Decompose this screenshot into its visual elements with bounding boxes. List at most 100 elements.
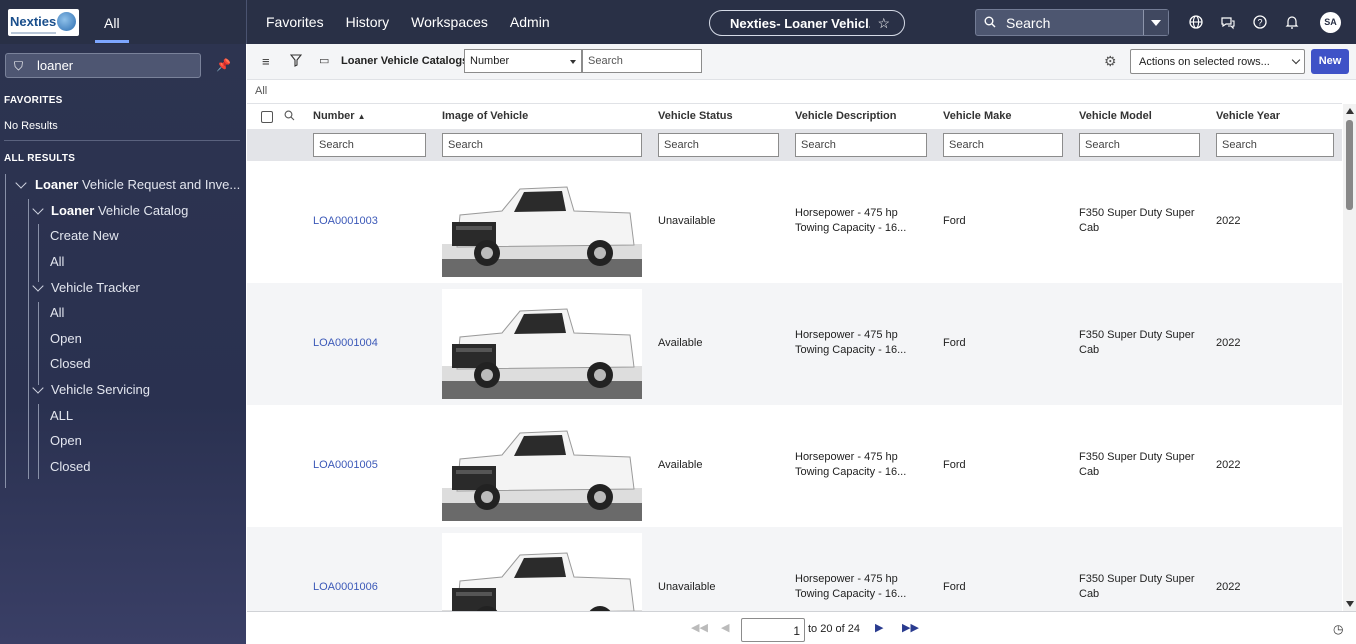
table-row[interactable]: LOA0001006 Unavailable Horsepower - 475 … (247, 527, 1342, 611)
select-all-checkbox[interactable] (261, 111, 273, 123)
caret-down-icon (570, 60, 576, 64)
pickup-truck-illustration (442, 186, 642, 277)
bell-icon[interactable] (1283, 13, 1301, 31)
help-icon[interactable]: ? (1251, 13, 1269, 31)
active-tab-indicator (95, 40, 129, 43)
company-logo[interactable]: Nexties (8, 9, 79, 36)
vehicle-status: Unavailable (658, 215, 716, 227)
vehicle-description-line2: Towing Capacity - 16... (795, 466, 907, 478)
nav-servicing-closed[interactable]: Closed (50, 459, 90, 474)
vehicle-description-line1: Horsepower - 475 hp (795, 207, 898, 219)
column-header-description[interactable]: Vehicle Description (795, 110, 896, 122)
scroll-up-icon[interactable] (1346, 108, 1354, 114)
nav-vehicle-servicing[interactable]: Vehicle Servicing (51, 382, 150, 397)
nav-workspaces[interactable]: Workspaces (411, 14, 488, 30)
list-search-input[interactable]: Search (582, 49, 702, 73)
pin-icon[interactable]: 📌 (216, 58, 231, 72)
record-number-link[interactable]: LOA0001005 (313, 458, 378, 473)
scroll-down-icon[interactable] (1346, 601, 1354, 607)
global-search[interactable]: Search (975, 9, 1169, 36)
page-number-input[interactable]: 1 (741, 618, 805, 642)
number-search-input[interactable]: Search (313, 133, 426, 157)
nav-loaner-vehicle-request[interactable]: Loaner Vehicle Request and Inve... (35, 177, 240, 192)
image-search-input[interactable]: Search (442, 133, 642, 157)
record-number-link[interactable]: LOA0001004 (313, 336, 378, 351)
vehicle-image[interactable] (442, 411, 642, 521)
next-page-icon[interactable]: ▶ (875, 621, 883, 634)
list-context-menu-icon[interactable]: ▭ (319, 54, 329, 67)
gear-icon[interactable]: ⚙ (1104, 53, 1117, 70)
status-search-input[interactable]: Search (658, 133, 779, 157)
vehicle-image[interactable] (442, 289, 642, 399)
response-time-icon[interactable]: ◷ (1333, 622, 1343, 636)
search-icon[interactable] (284, 110, 295, 121)
chevron-down-icon[interactable] (32, 280, 44, 292)
nav-loaner-vehicle-catalog[interactable]: Loaner Vehicle Catalog (51, 203, 188, 218)
first-page-icon[interactable]: ◀◀ (691, 621, 708, 634)
nav-catalog-create-new[interactable]: Create New (50, 228, 119, 243)
column-header-image[interactable]: Image of Vehicle (442, 110, 528, 122)
top-nav-menu: Favorites History Workspaces Admin (266, 14, 572, 30)
page-number-value: 1 (793, 624, 800, 638)
chat-icon[interactable] (1219, 13, 1237, 31)
vehicle-model-line2: Cab (1079, 466, 1100, 478)
breadcrumb[interactable]: All (255, 85, 267, 97)
nav-admin[interactable]: Admin (510, 14, 550, 30)
column-header-make[interactable]: Vehicle Make (943, 110, 1012, 122)
last-page-icon[interactable]: ▶▶ (902, 621, 919, 634)
record-number-link[interactable]: LOA0001006 (313, 580, 378, 595)
vehicle-description-line2: Towing Capacity - 16... (795, 344, 907, 356)
hamburger-menu-icon[interactable]: ≡ (262, 54, 270, 69)
chevron-down-icon[interactable] (32, 203, 44, 215)
table-row[interactable]: LOA0001004 Available Horsepower - 475 hp… (247, 283, 1342, 405)
nav-tracker-open[interactable]: Open (50, 331, 82, 346)
table-row[interactable]: LOA0001005 Available Horsepower - 475 hp… (247, 405, 1342, 527)
new-button[interactable]: New (1311, 49, 1349, 74)
navigator-filter-input[interactable]: ⛉ loaner (5, 53, 201, 78)
vehicle-image[interactable] (442, 533, 642, 611)
vehicle-model-line1: F350 Super Duty Super (1079, 329, 1195, 341)
column-header-model[interactable]: Vehicle Model (1079, 110, 1152, 122)
vehicle-description-line2: Towing Capacity - 16... (795, 588, 907, 600)
nav-tracker-closed[interactable]: Closed (50, 356, 90, 371)
nav-tracker-all[interactable]: All (50, 305, 64, 320)
context-title-pill[interactable]: Nexties- Loaner Vehicl... ☆ (709, 10, 905, 36)
all-menu-tab[interactable]: All (104, 15, 120, 31)
vehicle-model-line2: Cab (1079, 222, 1100, 234)
table-scrollbar[interactable] (1343, 104, 1356, 611)
nav-catalog-all[interactable]: All (50, 254, 64, 269)
scrollbar-thumb[interactable] (1346, 120, 1353, 210)
pickup-truck-illustration (442, 430, 642, 521)
star-icon[interactable]: ☆ (877, 15, 890, 32)
nav-servicing-open[interactable]: Open (50, 433, 82, 448)
table-row[interactable]: LOA0001003 Unavailable Horsepower - 475 … (247, 161, 1342, 283)
globe-icon[interactable] (1187, 13, 1205, 31)
model-search-input[interactable]: Search (1079, 133, 1200, 157)
vehicle-image[interactable] (442, 167, 642, 277)
record-number-link[interactable]: LOA0001003 (313, 214, 378, 229)
nav-favorites[interactable]: Favorites (266, 14, 324, 30)
previous-page-icon[interactable]: ◀ (721, 621, 729, 634)
chevron-down-icon[interactable] (15, 177, 27, 189)
search-field-select[interactable]: Number (464, 49, 582, 73)
nav-servicing-all[interactable]: ALL (50, 408, 73, 423)
search-scope-dropdown[interactable] (1143, 10, 1168, 35)
list-toolbar: ≡ ▭ Loaner Vehicle Catalogs Number Searc… (247, 44, 1356, 80)
actions-select[interactable]: Actions on selected rows... (1130, 49, 1305, 74)
global-search-placeholder: Search (1006, 15, 1051, 31)
description-search-input[interactable]: Search (795, 133, 927, 157)
column-header-year[interactable]: Vehicle Year (1216, 110, 1280, 122)
vehicle-make: Ford (943, 459, 966, 471)
filter-icon[interactable] (290, 54, 302, 67)
chevron-down-icon (1291, 55, 1301, 65)
chevron-down-icon[interactable] (32, 382, 44, 394)
vehicle-make: Ford (943, 581, 966, 593)
nav-history[interactable]: History (346, 14, 390, 30)
make-search-input[interactable]: Search (943, 133, 1063, 157)
column-header-number[interactable]: Number ▲ (313, 110, 365, 122)
column-header-status[interactable]: Vehicle Status (658, 110, 733, 122)
vehicle-model-line2: Cab (1079, 588, 1100, 600)
nav-vehicle-tracker[interactable]: Vehicle Tracker (51, 280, 140, 295)
user-avatar[interactable]: SA (1320, 12, 1341, 33)
year-search-input[interactable]: Search (1216, 133, 1334, 157)
